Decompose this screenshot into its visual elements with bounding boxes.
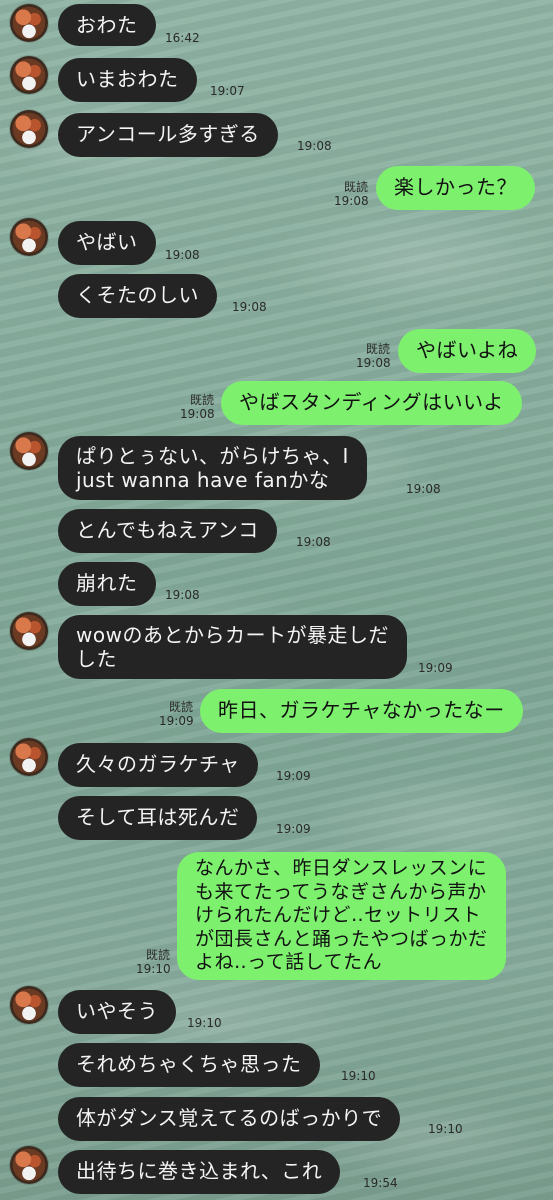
message-bubble-incoming[interactable]: 久々のガラケチャ (58, 743, 258, 787)
read-receipt: 既読 (343, 180, 368, 194)
avatar[interactable] (10, 1146, 48, 1184)
message-bubble-incoming[interactable]: いやそう (58, 990, 176, 1034)
avatar[interactable] (10, 738, 48, 776)
read-receipt: 既読 (365, 342, 390, 356)
message-bubble-incoming[interactable]: アンコール多すぎる (58, 113, 278, 157)
message-bubble-incoming[interactable]: 体がダンス覚えてるのばっかりで (58, 1097, 401, 1141)
message-time: 19:10 (187, 1016, 222, 1030)
message-time: 19:08 (296, 535, 331, 549)
message-time: 19:08 (297, 139, 332, 153)
avatar[interactable] (10, 986, 48, 1024)
avatar[interactable] (10, 110, 48, 148)
message-time: 19:10 (341, 1069, 376, 1083)
avatar[interactable] (10, 218, 48, 256)
message-bubble-incoming[interactable]: 崩れた (58, 562, 156, 606)
message-time: 19:08 (232, 300, 267, 314)
message-time: 16:42 (165, 31, 200, 45)
message-bubble-incoming[interactable]: やばい (58, 221, 156, 265)
message-bubble-incoming[interactable]: いまおわた (58, 58, 197, 102)
message-time: 19:09 (276, 822, 311, 836)
message-time: 19:08 (334, 194, 369, 208)
chat-area: おわた 16:42 いまおわた 19:07 アンコール多すぎる 19:08 既読… (0, 0, 553, 1200)
message-time: 19:08 (356, 356, 391, 370)
message-bubble-outgoing[interactable]: やばいよね (398, 329, 537, 373)
message-bubble-incoming[interactable]: くそたのしい (58, 274, 217, 318)
message-time: 19:09 (418, 661, 453, 675)
avatar[interactable] (10, 612, 48, 650)
message-time: 19:54 (363, 1176, 398, 1190)
avatar[interactable] (10, 432, 48, 470)
read-receipt: 既読 (189, 393, 214, 407)
message-time: 19:10 (136, 962, 171, 976)
message-bubble-incoming[interactable]: wowのあとからカートが暴走しだ した (58, 615, 407, 679)
message-bubble-incoming[interactable]: とんでもねえアンコ (58, 509, 277, 553)
message-bubble-incoming[interactable]: おわた (58, 4, 156, 46)
message-bubble-outgoing[interactable]: やばスタンディングはいいよ (221, 381, 522, 425)
message-time: 19:10 (428, 1122, 463, 1136)
message-bubble-outgoing[interactable]: 楽しかった？ (376, 166, 535, 210)
avatar[interactable] (10, 56, 48, 94)
message-bubble-incoming[interactable]: そして耳は死んだ (58, 796, 258, 840)
message-time: 19:08 (180, 407, 215, 421)
message-bubble-incoming[interactable]: ぱりとぅない、がらけちゃ、I just wanna have fanかな (58, 436, 367, 500)
message-time: 19:08 (165, 588, 200, 602)
message-time: 19:08 (165, 248, 200, 262)
message-time: 19:08 (406, 482, 441, 496)
message-time: 19:09 (159, 714, 194, 728)
avatar[interactable] (10, 4, 48, 42)
read-receipt: 既読 (145, 948, 170, 962)
message-bubble-outgoing[interactable]: 昨日、ガラケチャなかったなー (200, 689, 523, 733)
message-bubble-incoming[interactable]: 出待ちに巻き込まれ、これ (58, 1150, 341, 1194)
message-bubble-incoming[interactable]: それめちゃくちゃ思った (58, 1043, 320, 1087)
read-receipt: 既読 (168, 700, 193, 714)
message-time: 19:07 (210, 84, 245, 98)
message-bubble-outgoing[interactable]: なんかさ、昨日ダンスレッスンに も来てたってうなぎさんから声か けられたんだけど… (177, 852, 506, 980)
message-time: 19:09 (276, 769, 311, 783)
